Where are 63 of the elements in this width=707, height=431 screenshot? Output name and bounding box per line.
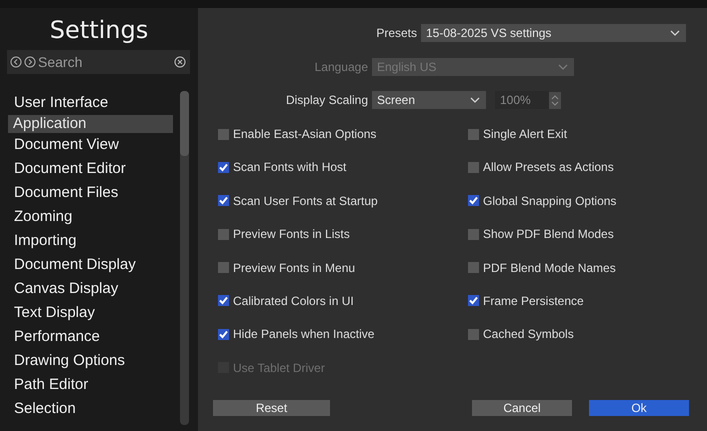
- sidebar-item[interactable]: User Interface: [8, 91, 173, 115]
- sidebar-item[interactable]: Importing: [8, 229, 173, 253]
- checkbox[interactable]: [468, 228, 479, 240]
- option-label: Preview Fonts in Menu: [233, 260, 356, 275]
- sidebar-item[interactable]: Document Display: [8, 253, 173, 277]
- sidebar-title: Settings: [48, 16, 150, 46]
- checkbox[interactable]: [218, 128, 229, 140]
- option-label: Scan Fonts with Host: [233, 160, 346, 174]
- checkbox[interactable]: [218, 162, 229, 173]
- option-label: PDF Blend Mode Names: [483, 260, 616, 275]
- checkbox[interactable]: [218, 228, 229, 240]
- sidebar-item[interactable]: Performance: [8, 325, 173, 349]
- cancel-button[interactable]: Cancel: [472, 400, 572, 416]
- forward-icon[interactable]: [24, 56, 36, 68]
- scrollbar[interactable]: [180, 91, 189, 425]
- checkbox[interactable]: [468, 295, 479, 306]
- search-field[interactable]: Search: [38, 54, 172, 70]
- scale-percent-field[interactable]: 100%: [495, 91, 549, 109]
- option-label: Enable East-Asian Options: [233, 127, 376, 141]
- presets-dropdown[interactable]: 15-08-2025 VS settings: [421, 24, 686, 42]
- option-label: Single Alert Exit: [483, 127, 568, 141]
- reset-button[interactable]: Reset: [213, 400, 330, 416]
- search-box[interactable]: Search: [7, 50, 190, 74]
- option-label: Show PDF Blend Modes: [483, 227, 614, 242]
- option-label: Allow Presets as Actions: [483, 160, 614, 174]
- checkbox[interactable]: [468, 162, 479, 173]
- language-label: Language: [314, 60, 368, 74]
- option-label: Preview Fonts in Lists: [233, 227, 350, 242]
- chevron-icon: [670, 30, 680, 36]
- sidebar-item[interactable]: Document Editor: [8, 157, 173, 181]
- checkbox[interactable]: [218, 195, 229, 206]
- sidebar-item[interactable]: Drawing Options: [8, 349, 173, 373]
- display-scaling-label: Display Scaling: [284, 93, 368, 107]
- ok-button[interactable]: Ok: [589, 400, 689, 416]
- checkbox[interactable]: [468, 195, 479, 206]
- spinner-icon[interactable]: [549, 92, 561, 108]
- checkbox[interactable]: [468, 328, 479, 340]
- option-label: Cached Symbols: [483, 327, 574, 342]
- clear-icon[interactable]: [174, 56, 186, 68]
- sidebar-item[interactable]: Zooming: [8, 205, 173, 229]
- option-label: Calibrated Colors in UI: [233, 294, 354, 308]
- sidebar-item[interactable]: Text Display: [8, 301, 173, 325]
- sidebar-item[interactable]: Path Editor: [8, 373, 173, 397]
- sidebar-item[interactable]: Selection: [8, 397, 173, 421]
- option-label: Scan User Fonts at Startup: [233, 194, 378, 208]
- checkbox[interactable]: [218, 295, 229, 306]
- sidebar-item[interactable]: Document View: [8, 133, 173, 157]
- display-scaling-dropdown[interactable]: Screen: [372, 91, 486, 109]
- option-label: Use Tablet Driver: [233, 360, 325, 375]
- presets-label: Presets: [375, 26, 417, 40]
- option-label: Global Snapping Options: [483, 194, 616, 208]
- checkbox[interactable]: [218, 328, 229, 340]
- sidebar-item[interactable]: Application: [8, 115, 173, 133]
- option-label: Frame Persistence: [483, 294, 584, 308]
- sidebar-item[interactable]: Document Files: [8, 181, 173, 205]
- checkbox[interactable]: [218, 262, 229, 274]
- option-label: Hide Panels when Inactive: [233, 327, 374, 342]
- checkbox[interactable]: [468, 262, 479, 274]
- chevron-icon: [470, 97, 480, 103]
- checkbox[interactable]: [468, 128, 479, 140]
- back-icon[interactable]: [10, 56, 22, 68]
- chevron-icon: [558, 64, 568, 70]
- sidebar-item[interactable]: Canvas Display: [8, 277, 173, 301]
